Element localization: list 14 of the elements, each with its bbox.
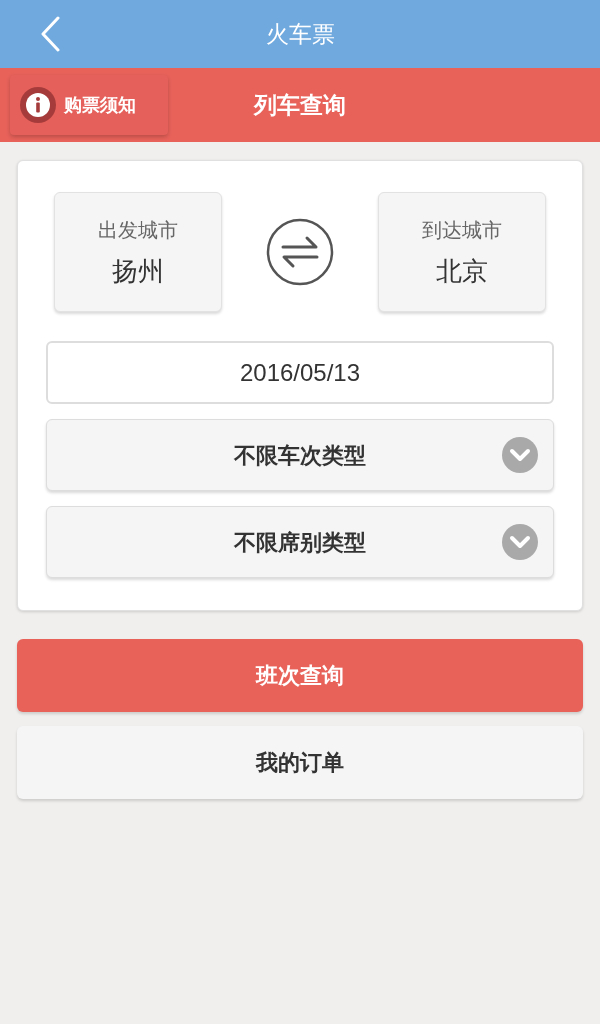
city-selector[interactable]: 出发城市 扬州 <box>54 192 222 312</box>
date-field[interactable]: 2016/05/13 <box>46 341 554 404</box>
city-selector[interactable]: 到达城市 北京 <box>378 192 546 312</box>
chevron-down-icon <box>502 437 538 473</box>
swap-button[interactable] <box>266 218 334 286</box>
filter-dropdown[interactable]: 不限车次类型 <box>46 419 554 491</box>
info-icon <box>20 87 56 123</box>
swap-icon <box>266 218 334 286</box>
filter-dropdown[interactable]: 不限席别类型 <box>46 506 554 578</box>
back-icon <box>40 16 60 52</box>
window-title: 火车票 <box>265 19 335 49</box>
page-title: 列车查询 <box>254 90 346 120</box>
chevron-down-icon <box>502 524 538 560</box>
orders-button[interactable]: 我的订单 <box>17 726 583 799</box>
